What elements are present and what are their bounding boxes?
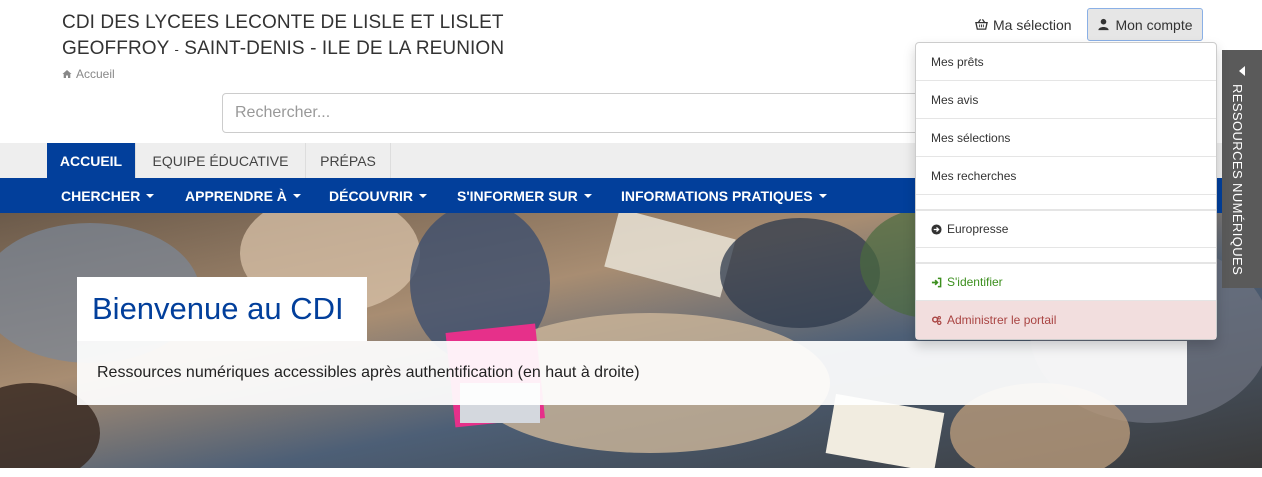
site-title-part1: GEOFFROY bbox=[62, 38, 170, 59]
tab-equipe-educative[interactable]: EQUIPE ÉDUCATIVE bbox=[136, 143, 306, 178]
caret-down-icon bbox=[583, 193, 592, 198]
menu-divider bbox=[916, 195, 1216, 210]
caret-left-icon bbox=[1239, 66, 1245, 76]
menu-divider bbox=[916, 248, 1216, 263]
breadcrumb-home[interactable]: Accueil bbox=[76, 67, 115, 81]
menu-item-administrer-portail[interactable]: Administrer le portail bbox=[916, 301, 1216, 339]
side-tab-label: RESSOURCES NUMÉRIQUES bbox=[1230, 84, 1245, 276]
basket-icon bbox=[975, 19, 988, 30]
menu-item-mes-recherches[interactable]: Mes recherches bbox=[916, 157, 1216, 195]
tab-accueil[interactable]: ACCUEIL bbox=[47, 143, 136, 178]
nav-label: S'INFORMER SUR bbox=[457, 187, 578, 204]
menu-item-label: Mes sélections bbox=[931, 130, 1011, 145]
menu-item-label: Mes avis bbox=[931, 92, 979, 107]
caret-down-icon bbox=[292, 193, 301, 198]
tab-label: PRÉPAS bbox=[320, 152, 376, 169]
nav-apprendre[interactable]: APPRENDRE À bbox=[185, 178, 301, 213]
breadcrumb[interactable]: Accueil bbox=[62, 67, 115, 81]
caret-down-icon bbox=[818, 193, 827, 198]
caret-down-icon bbox=[419, 193, 428, 198]
my-selection-button[interactable]: Ma sélection bbox=[965, 8, 1082, 41]
menu-item-mes-selections[interactable]: Mes sélections bbox=[916, 119, 1216, 157]
nav-label: DÉCOUVRIR bbox=[329, 187, 414, 204]
sign-in-icon bbox=[931, 277, 942, 287]
tab-label: ACCUEIL bbox=[59, 152, 123, 169]
welcome-info-text: Ressources numériques accessibles après … bbox=[77, 341, 1187, 405]
my-account-label: Mon compte bbox=[1115, 16, 1193, 33]
site-title: CDI DES LYCEES LECONTE DE LISLE ET LISLE… bbox=[62, 10, 504, 63]
cogs-icon bbox=[932, 315, 942, 325]
welcome-heading: Bienvenue au CDI bbox=[77, 277, 367, 341]
menu-item-sidentifier[interactable]: S'identifier bbox=[916, 263, 1216, 301]
tab-label: EQUIPE ÉDUCATIVE bbox=[152, 152, 289, 169]
my-account-button[interactable]: Mon compte bbox=[1087, 8, 1203, 41]
menu-item-label: Mes prêts bbox=[931, 54, 984, 69]
site-title-dash: - bbox=[174, 42, 179, 57]
nav-decouvrir[interactable]: DÉCOUVRIR bbox=[329, 178, 428, 213]
nav-chercher[interactable]: CHERCHER bbox=[61, 178, 155, 213]
menu-item-label: Mes recherches bbox=[931, 168, 1017, 183]
menu-item-mes-prets[interactable]: Mes prêts bbox=[916, 43, 1216, 81]
account-dropdown-menu: Mes prêts Mes avis Mes sélections Mes re… bbox=[915, 42, 1217, 340]
my-selection-label: Ma sélection bbox=[993, 16, 1072, 33]
menu-item-label: S'identifier bbox=[947, 275, 1003, 289]
nav-label: CHERCHER bbox=[61, 187, 141, 204]
digital-resources-side-tab[interactable]: RESSOURCES NUMÉRIQUES bbox=[1222, 50, 1262, 288]
site-title-part2: SAINT-DENIS - ILE DE LA REUNION bbox=[184, 38, 505, 59]
site-title-line2: GEOFFROY - SAINT-DENIS - ILE DE LA REUNI… bbox=[62, 36, 504, 63]
menu-item-label: Europresse bbox=[947, 222, 1009, 236]
search-input[interactable] bbox=[222, 93, 942, 133]
menu-item-europresse[interactable]: Europresse bbox=[916, 210, 1216, 248]
nav-sinformer[interactable]: S'INFORMER SUR bbox=[457, 178, 592, 213]
nav-label: APPRENDRE À bbox=[185, 187, 287, 204]
menu-item-label: Administrer le portail bbox=[947, 313, 1057, 327]
site-title-line1: CDI DES LYCEES LECONTE DE LISLE ET LISLE… bbox=[62, 12, 504, 33]
menu-item-mes-avis[interactable]: Mes avis bbox=[916, 81, 1216, 119]
nav-label: INFORMATIONS PRATIQUES bbox=[621, 187, 813, 204]
circle-arrow-right-icon bbox=[931, 223, 942, 235]
user-icon bbox=[1098, 18, 1110, 31]
tab-prepas[interactable]: PRÉPAS bbox=[306, 143, 391, 178]
nav-informations-pratiques[interactable]: INFORMATIONS PRATIQUES bbox=[621, 178, 827, 213]
caret-down-icon bbox=[146, 193, 155, 198]
home-icon bbox=[62, 70, 72, 78]
